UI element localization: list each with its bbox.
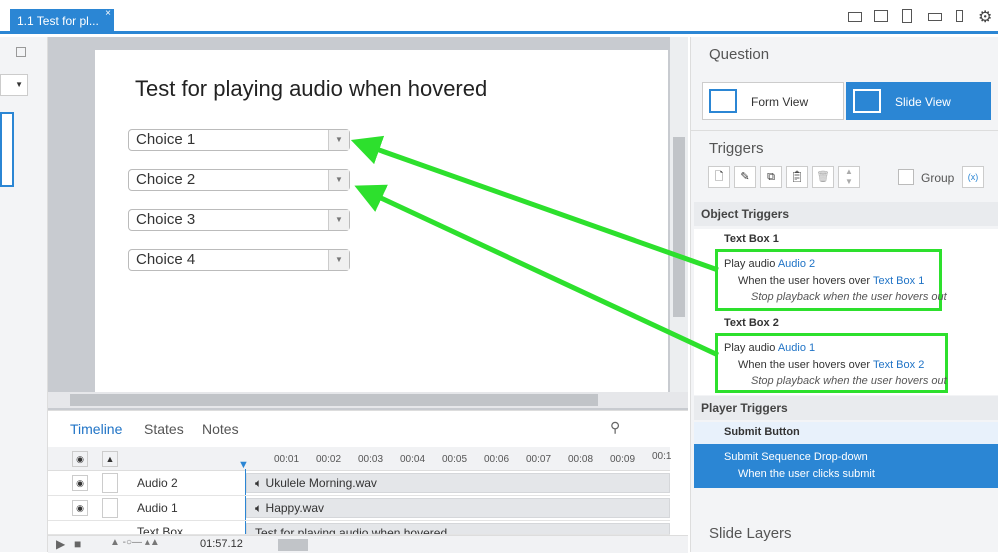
arrow-2 bbox=[354, 184, 720, 358]
annotation-arrows bbox=[350, 135, 720, 358]
arrow-1 bbox=[350, 135, 719, 273]
